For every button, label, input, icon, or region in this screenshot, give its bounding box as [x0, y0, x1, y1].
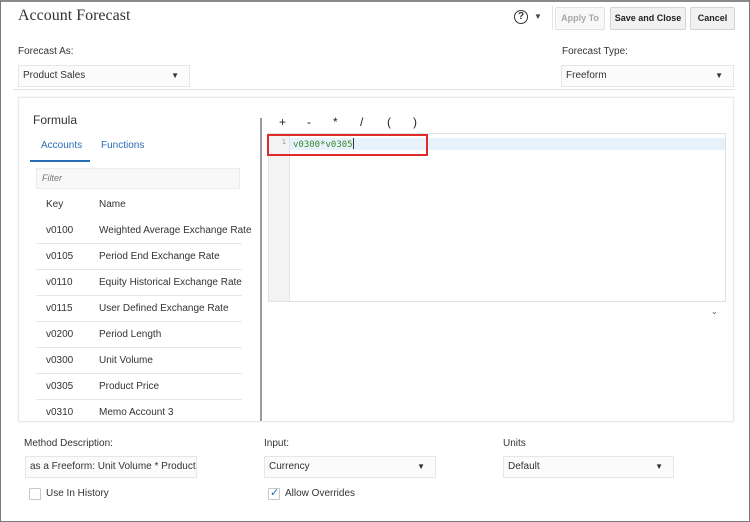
table-row[interactable]: v0100 Weighted Average Exchange Rate — [36, 218, 252, 244]
formula-panel: Formula Accounts Functions Filter Key Na… — [18, 97, 734, 422]
allow-overrides-checkbox[interactable]: ✓ — [268, 487, 280, 500]
row-name: Memo Account 3 — [99, 407, 174, 418]
panel-splitter[interactable] — [260, 118, 262, 421]
input-select[interactable]: Currency ▼ — [264, 456, 436, 478]
method-description-input[interactable]: as a Freeform: Unit Volume * Product — [25, 456, 197, 478]
formula-title: Formula — [33, 113, 78, 127]
annotation-highlight-box — [267, 134, 428, 156]
column-header-name: Name — [99, 199, 126, 210]
chevron-down-icon: ▼ — [171, 71, 179, 80]
table-row[interactable]: v0305 Product Price — [36, 374, 242, 400]
row-key: v0310 — [46, 407, 74, 418]
forecast-type-label: Forecast Type: — [562, 46, 628, 57]
row-name: Equity Historical Exchange Rate — [99, 277, 242, 288]
divider — [13, 89, 735, 90]
table-row[interactable]: v0300 Unit Volume — [36, 348, 242, 374]
input-label: Input: — [264, 438, 290, 449]
method-description-value: as a Freeform: Unit Volume * Product — [30, 461, 196, 472]
chevron-down-icon[interactable]: ⌄ — [711, 307, 718, 316]
checkmark-icon: ✓ — [270, 487, 280, 499]
row-key: v0105 — [46, 251, 74, 262]
units-select[interactable]: Default ▼ — [503, 456, 674, 478]
editor-gutter: 1 — [269, 134, 290, 301]
cancel-button[interactable]: Cancel — [690, 7, 735, 30]
row-key: v0110 — [46, 277, 73, 288]
active-tab-indicator — [30, 160, 90, 162]
forecast-type-value: Freeform — [566, 70, 607, 81]
tab-accounts[interactable]: Accounts — [41, 140, 82, 151]
chevron-down-icon: ▼ — [655, 462, 663, 471]
save-and-close-button[interactable]: Save and Close — [610, 7, 686, 30]
filter-input[interactable]: Filter — [36, 168, 240, 189]
forecast-as-label: Forecast As: — [18, 46, 74, 57]
units-value: Default — [508, 461, 540, 472]
accounts-table: Key Name v0100 Weighted Average Exchange… — [36, 192, 252, 421]
table-row[interactable]: v0105 Period End Exchange Rate — [36, 244, 242, 270]
apply-to-button[interactable]: Apply To — [555, 7, 605, 30]
allow-overrides-label: Allow Overrides — [285, 488, 356, 499]
table-row[interactable]: v0200 Period Length — [36, 322, 242, 348]
use-in-history-label: Use In History — [46, 488, 109, 499]
formula-editor[interactable]: 1 v0300*v0305 — [268, 133, 726, 302]
operator-close-paren-button[interactable]: ) — [413, 115, 417, 129]
operator-open-paren-button[interactable]: ( — [387, 115, 391, 129]
operator-minus-button[interactable]: - — [307, 115, 311, 129]
table-row[interactable]: v0110 Equity Historical Exchange Rate — [36, 270, 242, 296]
forecast-as-value: Product Sales — [23, 70, 86, 81]
method-description-label: Method Description: — [24, 438, 113, 449]
units-label: Units — [503, 438, 526, 449]
input-value: Currency — [269, 461, 310, 472]
forecast-as-select[interactable]: Product Sales ▼ — [18, 65, 190, 87]
row-name: User Defined Exchange Rate — [99, 303, 229, 314]
forecast-type-select[interactable]: Freeform ▼ — [561, 65, 734, 87]
row-key: v0305 — [46, 381, 74, 392]
table-row[interactable]: v0310 Memo Account 3 — [36, 400, 242, 421]
row-key: v0300 — [46, 355, 74, 366]
row-name: Unit Volume — [99, 355, 153, 366]
row-name: Period End Exchange Rate — [99, 251, 220, 262]
chevron-down-icon: ▼ — [417, 462, 425, 471]
row-key: v0115 — [46, 303, 73, 314]
row-name: Product Price — [99, 381, 160, 392]
table-row[interactable]: v0115 User Defined Exchange Rate — [36, 296, 242, 322]
help-menu-caret-icon[interactable]: ▼ — [534, 12, 542, 21]
row-key: v0100 — [46, 225, 74, 236]
chevron-down-icon: ▼ — [715, 71, 723, 80]
tab-functions[interactable]: Functions — [101, 140, 144, 151]
use-in-history-checkbox[interactable] — [29, 488, 41, 500]
table-header: Key Name — [36, 192, 242, 218]
dialog-title: Account Forecast — [18, 7, 131, 24]
toolbar-divider — [552, 6, 553, 30]
row-name: Weighted Average Exchange Rate — [99, 225, 252, 236]
help-icon[interactable]: ? — [514, 10, 528, 24]
column-header-key: Key — [46, 199, 64, 210]
row-name: Period Length — [99, 329, 162, 340]
operator-multiply-button[interactable]: * — [333, 115, 338, 129]
operator-divide-button[interactable]: / — [360, 115, 363, 129]
row-key: v0200 — [46, 329, 74, 340]
operator-plus-button[interactable]: + — [279, 115, 286, 129]
